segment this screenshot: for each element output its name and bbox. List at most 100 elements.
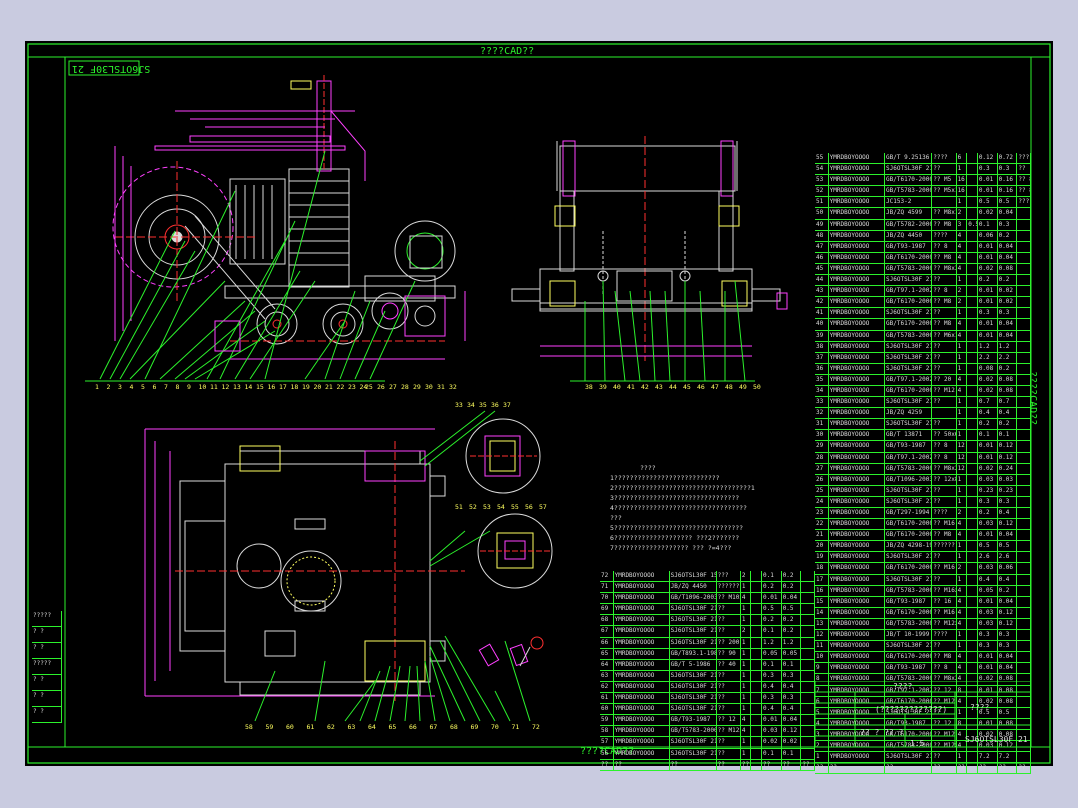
bom-cell: YMRDBOYOOOO bbox=[829, 397, 886, 408]
bom-row: 37YMRDBOYOOOOSJ6OTSL30F 21-4??1 2.22.2 bbox=[815, 352, 1031, 364]
bom-cell bbox=[967, 485, 978, 496]
bom-cell bbox=[967, 641, 978, 652]
bom-cell: YMRDBOYOOOO bbox=[829, 663, 886, 674]
bom-cell: 1.2 bbox=[978, 341, 998, 352]
bom-cell bbox=[967, 252, 978, 263]
bom-cell: 1 bbox=[957, 308, 968, 319]
bom-cell: 32 bbox=[815, 408, 829, 419]
bom-cell: ?? bbox=[614, 759, 670, 770]
bom-cell: YMRDBOYOOOO bbox=[829, 441, 886, 452]
bom-cell bbox=[967, 397, 978, 408]
bom-cell: ?? bbox=[932, 552, 957, 563]
bom-cell bbox=[1017, 363, 1031, 374]
bom-cell: ?? bbox=[932, 419, 957, 430]
bom-cell: 0.02 bbox=[998, 286, 1018, 297]
bom-cell: 0.02 bbox=[782, 737, 802, 748]
bom-cell: GB/T6170-2000 bbox=[885, 563, 933, 574]
bom-cell: 0.1 bbox=[978, 219, 998, 230]
bom-cell bbox=[751, 737, 763, 748]
bom-cell: 57 bbox=[600, 737, 614, 748]
bom-cell: SJ6OTSL30F 21-12 bbox=[670, 670, 717, 681]
bom-cell: 1 bbox=[957, 341, 968, 352]
bom-cell: 0.01 bbox=[978, 186, 998, 197]
bom-cell bbox=[1017, 397, 1031, 408]
bom-cell bbox=[967, 541, 978, 552]
bom-cell: ?? 12x8 bbox=[932, 474, 957, 485]
bom-cell: 0.06 bbox=[998, 563, 1018, 574]
callout-number: 56 bbox=[525, 503, 533, 511]
bom-cell: 2.2 bbox=[978, 352, 998, 363]
left-table-cell: ? ? bbox=[32, 691, 62, 706]
bom-cell: 14 bbox=[815, 607, 829, 618]
callout-number: 69 bbox=[470, 723, 479, 731]
plan-view bbox=[144, 410, 531, 722]
bom-cell: GB/T1096-2003 bbox=[885, 474, 933, 485]
bom-cell: 1 bbox=[957, 419, 968, 430]
bom-cell: 0.03 bbox=[978, 474, 998, 485]
bom-cell: ?? M8 bbox=[932, 319, 957, 330]
bom-cell bbox=[801, 726, 815, 737]
bom-cell: 0.7 bbox=[998, 397, 1018, 408]
bom-row: 54 YMRDBOYOOOO SJ6OTSL30F 214?? 1 0.3 0.3?? bbox=[815, 164, 1031, 176]
bom-cell: ?? bbox=[932, 363, 957, 374]
bom-cell: SJ6OTSL30F 21 bbox=[885, 641, 933, 652]
callout-number: 67 bbox=[429, 723, 438, 731]
bom-cell: YMRDBOYOOOO bbox=[614, 693, 670, 704]
bom-cell bbox=[1017, 607, 1031, 618]
bom-cell: 0.3 bbox=[782, 693, 802, 704]
bom-cell: YMRDBOYOOOO bbox=[829, 352, 886, 363]
bom-cell bbox=[1017, 374, 1031, 385]
bom-cell: 1 bbox=[741, 659, 752, 670]
bom-cell: SJ6OTSL30F 21-7 bbox=[885, 341, 933, 352]
bom-cell: ?? M8x30 bbox=[932, 263, 957, 275]
callout-number: 45 bbox=[683, 383, 691, 391]
bom-cell: 4 bbox=[741, 726, 752, 737]
bom-cell: 1 bbox=[741, 670, 752, 681]
callout-number: 70 bbox=[491, 723, 499, 731]
bom-row: 63YMRDBOYOOOOSJ6OTSL30F 21-12??1 0.30.3 bbox=[600, 670, 815, 682]
bom-cell: 31 bbox=[815, 419, 829, 430]
bom-cell: YMRDBOYOOOO bbox=[829, 374, 886, 385]
bom-cell: ?? 8 bbox=[932, 452, 957, 463]
bom-cell: 1 bbox=[741, 748, 752, 759]
bom-cell: ?? bbox=[762, 759, 782, 770]
note-line: 4?????????????????????????????????? bbox=[610, 504, 747, 512]
bom-cell: 50 bbox=[815, 208, 829, 219]
bom-cell: 4 bbox=[741, 715, 752, 726]
bom-cell bbox=[1017, 252, 1031, 263]
bom-cell bbox=[801, 715, 815, 726]
bom-row: 26 YMRDBOYOOOO GB/T1096-2003?? 12x8 1 0.03 0.… bbox=[815, 474, 1031, 486]
bom-cell: GB/T 9.25136 bbox=[885, 153, 933, 164]
bom-cell: 1 bbox=[957, 275, 968, 286]
front-view bbox=[511, 136, 788, 382]
bom-cell bbox=[1017, 408, 1031, 419]
bom-cell: ?? 90 bbox=[717, 648, 741, 659]
bom-cell: YMRDBOYOOOO bbox=[829, 541, 886, 552]
callout-number: 37 bbox=[503, 401, 511, 409]
bom-row: 61YMRDBOYOOOOSJ6OTSL30F 21-1??1 0.30.3 bbox=[600, 693, 815, 705]
bom-cell: YMRDBOYOOOO bbox=[614, 715, 670, 726]
bom-cell: YMRDBOYOOOO bbox=[829, 419, 886, 430]
bom-cell: 0.2 bbox=[978, 275, 998, 286]
bom-cell: 0.03 bbox=[978, 607, 998, 618]
bom-cell: GB/T5783-2000 bbox=[885, 186, 933, 197]
bom-row: 72YMRDBOYOOOOSJ6OTSL30F 15-1???2 0.10.2 bbox=[600, 571, 815, 583]
bom-cell: ?? bbox=[717, 704, 741, 715]
bom-cell: ?? bbox=[717, 626, 741, 637]
callout-number: 35 bbox=[479, 401, 487, 409]
bom-cell: 0.02 bbox=[978, 463, 998, 474]
bom-cell: 0.02 bbox=[978, 374, 998, 385]
bom-cell: YMRDBOYOOOO bbox=[614, 637, 670, 648]
bom-cell bbox=[1017, 230, 1031, 241]
bom-cell: SJ6OTSL30F 21-2 bbox=[885, 496, 933, 507]
bom-cell: 1 bbox=[741, 648, 752, 659]
bom-cell: 0.4 bbox=[998, 408, 1018, 419]
callout-number: 61 bbox=[306, 723, 315, 731]
bom-cell: 2 bbox=[741, 626, 752, 637]
bom-cell: 0.04 bbox=[782, 593, 802, 604]
bom-cell bbox=[967, 474, 978, 485]
bom-cell bbox=[967, 563, 978, 574]
bom-cell bbox=[1017, 241, 1031, 252]
bom-cell: JB/ZQ 4450 bbox=[885, 230, 933, 241]
bom-row: 39YMRDBOYOOOOGB/T5783-2000?? M6x184 0.010… bbox=[815, 330, 1031, 342]
